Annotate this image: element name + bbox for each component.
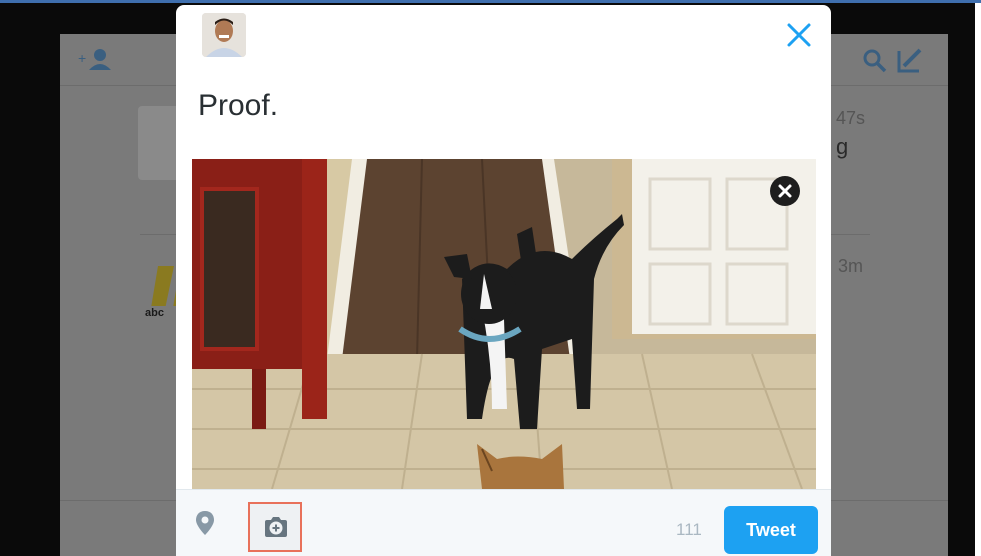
avatar	[202, 13, 246, 57]
background-tweet-time: 3m	[838, 256, 864, 276]
background-tweet-time: 47s	[836, 108, 866, 128]
character-count: 111	[676, 520, 702, 539]
compose-icon	[897, 48, 922, 73]
attached-photo	[192, 159, 816, 489]
camera-add-icon	[265, 517, 287, 537]
window-top-border	[0, 0, 981, 3]
remove-media-icon	[778, 184, 792, 198]
close-icon[interactable]	[785, 21, 813, 49]
compose-tweet-dialog: Proof. 111 Tweet	[176, 5, 831, 556]
remove-photo-button[interactable]	[770, 176, 800, 206]
compose-toolbar: 111 Tweet	[176, 489, 831, 556]
location-pin-icon[interactable]	[194, 510, 216, 536]
add-user-icon: +	[78, 49, 111, 70]
search-icon	[863, 49, 887, 73]
tweet-text-input[interactable]: Proof.	[198, 89, 278, 123]
tweet-button[interactable]: Tweet	[724, 506, 818, 554]
svg-text:abc: abc	[145, 307, 164, 319]
window-right-edge	[975, 3, 981, 556]
background-tweet-snippet: g	[836, 134, 849, 159]
add-photo-button[interactable]	[248, 502, 302, 552]
svg-text:+: +	[78, 50, 86, 66]
